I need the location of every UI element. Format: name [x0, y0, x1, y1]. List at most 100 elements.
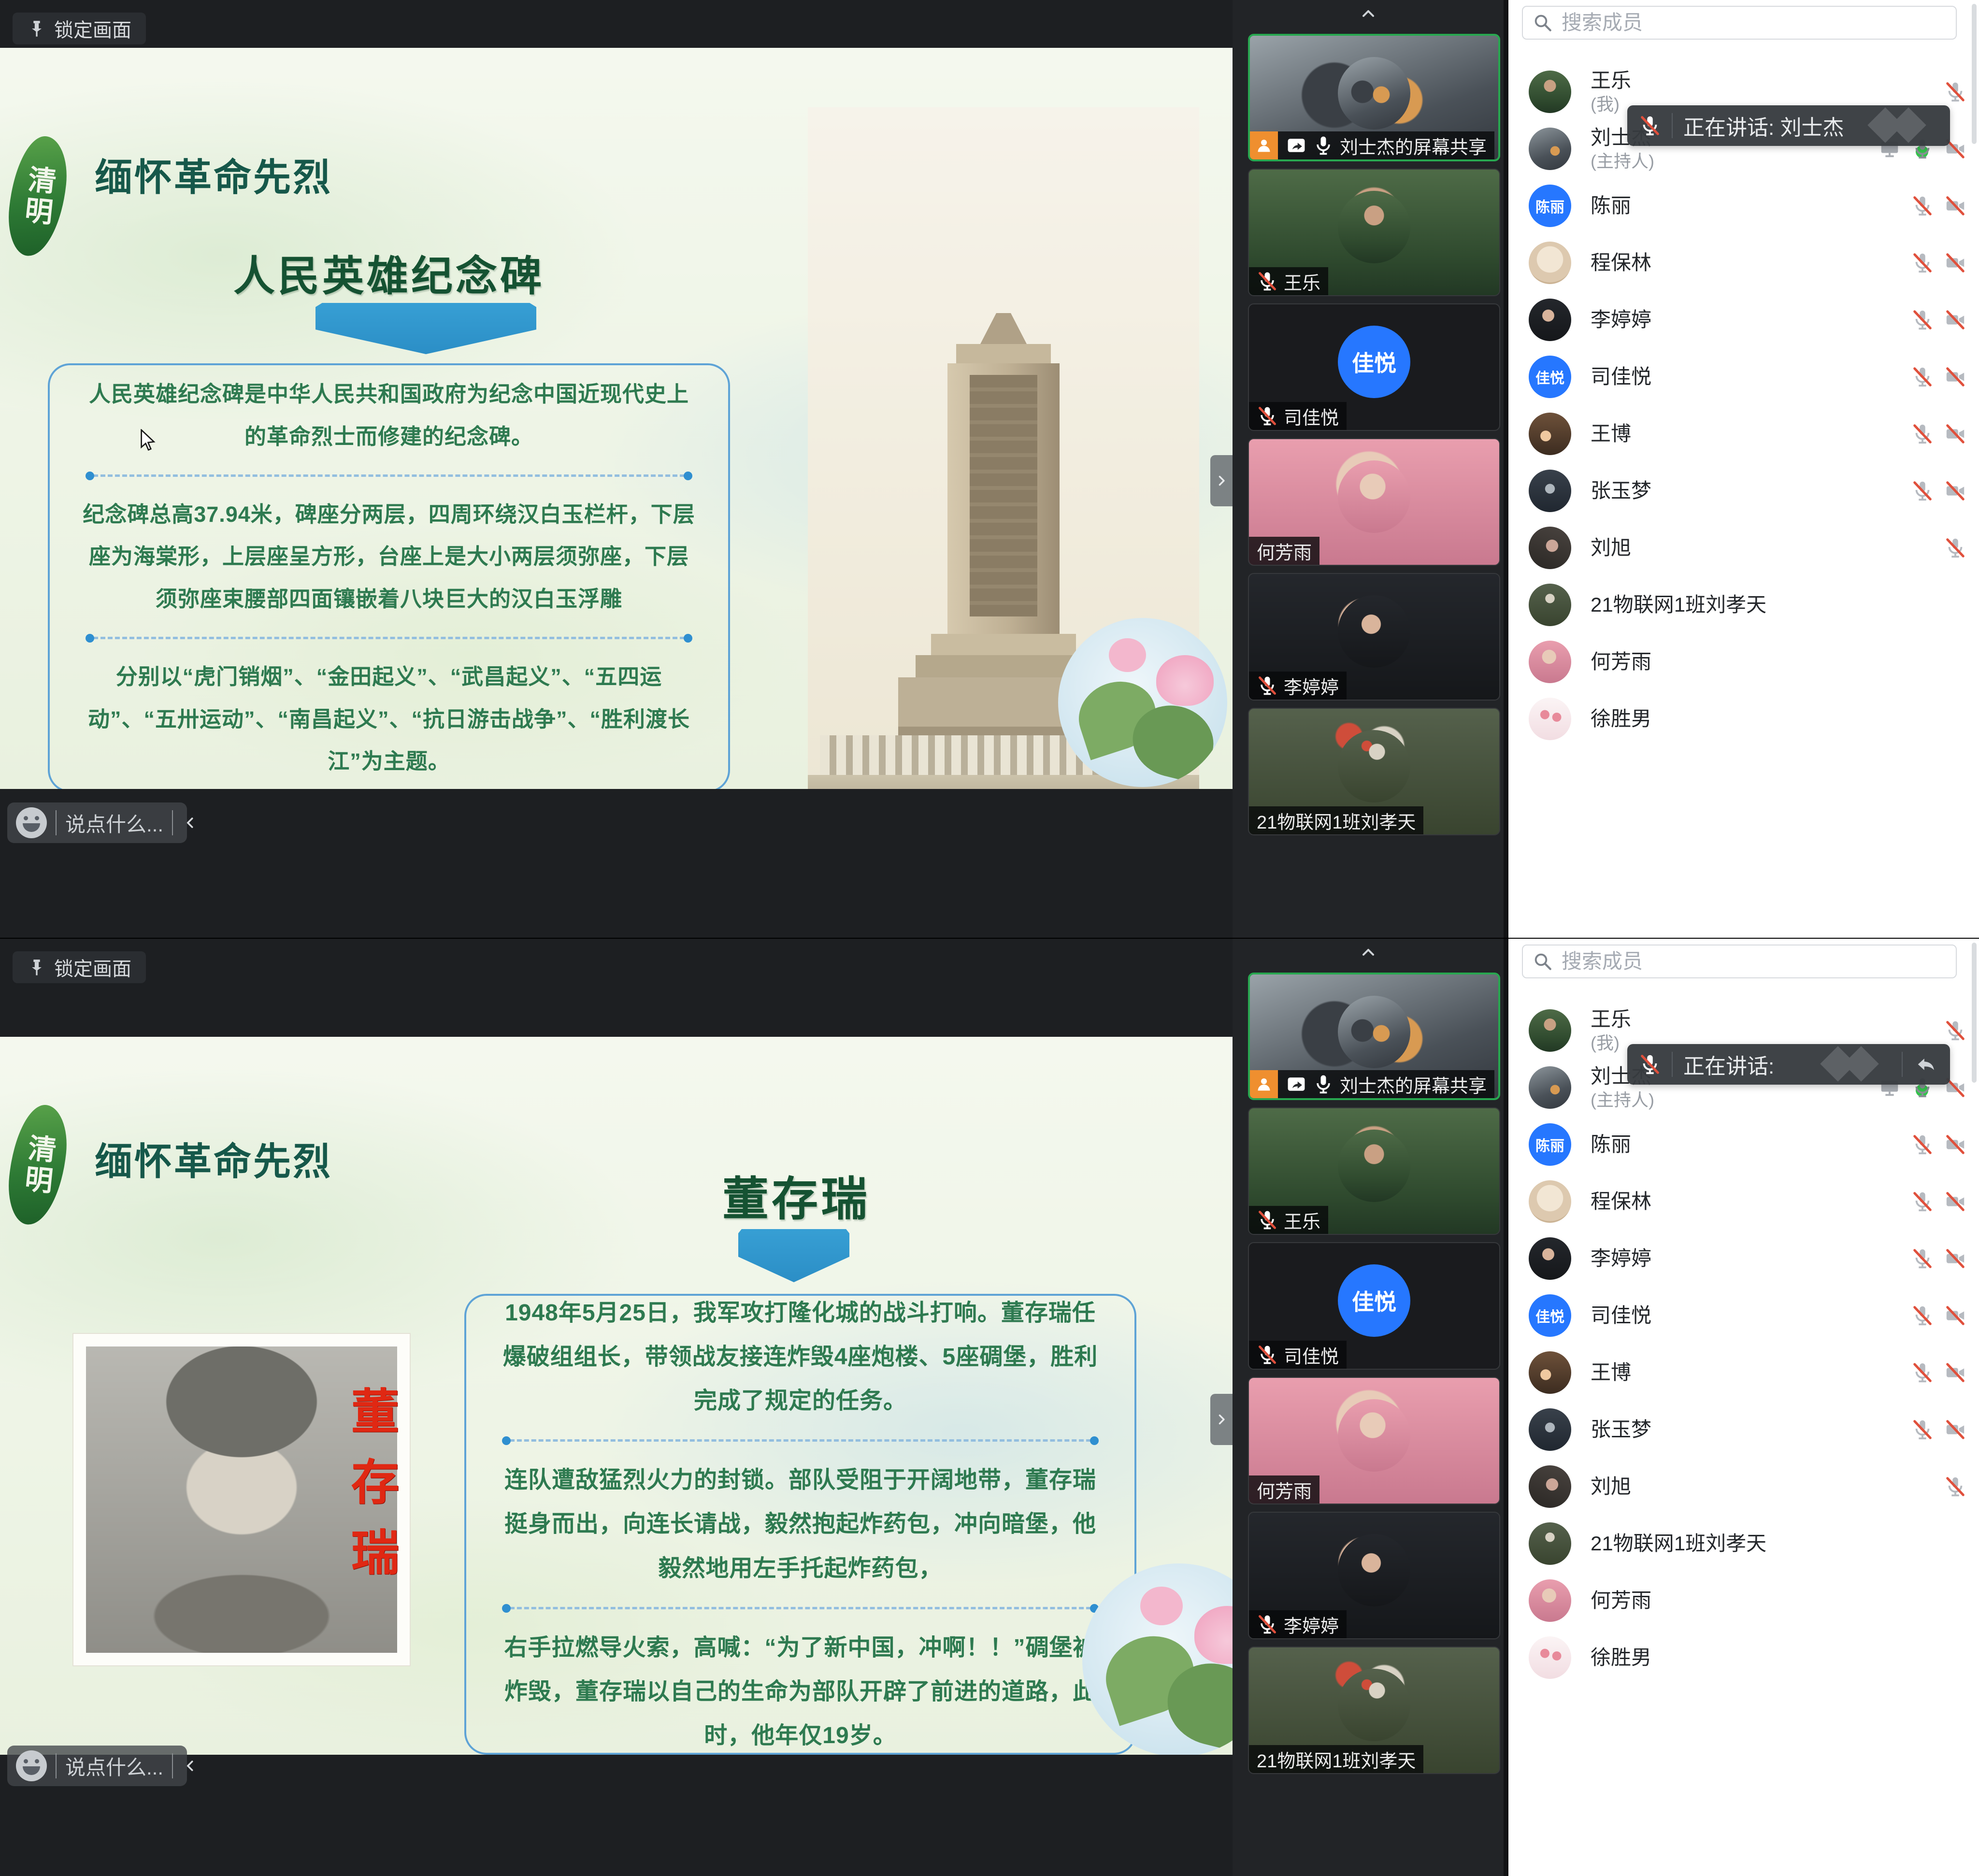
chevron-down-icon[interactable] [1364, 811, 1385, 832]
video-tile-name: 李婷婷 [1284, 673, 1339, 699]
avatar [1529, 1465, 1571, 1508]
camera-muted-icon [1944, 366, 1966, 388]
participant-row[interactable]: 李婷婷 [1508, 1230, 1979, 1287]
panel-scrollbar[interactable] [1972, 4, 1977, 144]
video-tile[interactable]: 佳悦司佳悦 [1248, 303, 1500, 431]
participant-row[interactable]: 刘旭 [1508, 519, 1979, 576]
slide-paragraph: 人民英雄纪念碑是中华人民共和国政府为纪念中国近现代史上的革命烈士而修建的纪念碑。 [81, 373, 697, 458]
watermark-logo [1866, 109, 1938, 143]
video-tile[interactable]: 李婷婷 [1248, 1512, 1500, 1639]
slide-dongcunrui: 清明 缅怀革命先烈 董存瑞 董存瑞 1948年5月25日，我军攻打隆化城的战斗打… [0, 1037, 1233, 1755]
reply-arrow-icon[interactable] [1913, 1052, 1938, 1077]
portrait-inscription: 董存瑞 [346, 1386, 394, 1598]
video-tile[interactable]: 刘士杰的屏幕共享 [1248, 34, 1500, 161]
video-tile-name: 刘士杰的屏幕共享 [1340, 1071, 1487, 1098]
participant-info: 21物联网1班刘孝天 [1591, 1532, 1766, 1556]
participant-status-icons [1911, 366, 1966, 388]
participant-row[interactable]: 21物联网1班刘孝天 [1508, 576, 1979, 633]
participant-row[interactable]: 佳悦司佳悦 [1508, 1287, 1979, 1344]
video-tile[interactable]: 21物联网1班刘孝天 [1248, 1647, 1500, 1774]
chat-input-pill[interactable]: 说点什么... [7, 802, 187, 843]
participant-row[interactable]: 何芳雨 [1508, 1572, 1979, 1629]
video-tile-label: 司佳悦 [1249, 1341, 1347, 1369]
participant-row[interactable]: 21物联网1班刘孝天 [1508, 1515, 1979, 1572]
avatar [1529, 584, 1571, 626]
participant-status-icons [1911, 1247, 1966, 1270]
dashed-divider [510, 1439, 1091, 1442]
lock-screen-button[interactable]: 锁定画面 [13, 951, 146, 983]
video-tile[interactable]: 王乐 [1248, 1107, 1500, 1235]
search-input[interactable] [1561, 949, 1946, 974]
video-tile[interactable]: 刘士杰的屏幕共享 [1248, 973, 1500, 1100]
slide-info-box: 1948年5月25日，我军攻打隆化城的战斗打响。董存瑞任爆破组组长，带领战友接连… [464, 1294, 1136, 1755]
video-tile[interactable]: 佳悦司佳悦 [1248, 1242, 1500, 1370]
participant-role: (主持人) [1591, 1089, 1654, 1111]
video-tile-labelbar: 李婷婷 [1249, 1610, 1347, 1638]
participant-row[interactable]: 刘旭 [1508, 1458, 1979, 1515]
participant-row[interactable]: 王博 [1508, 405, 1979, 462]
participant-row[interactable]: 程保林 [1508, 234, 1979, 291]
participant-row[interactable]: 程保林 [1508, 1173, 1979, 1230]
mic-muted-icon [1911, 366, 1934, 388]
screen-share-icon [1286, 1074, 1307, 1095]
search-member-box[interactable] [1522, 6, 1957, 40]
collapse-strip-button[interactable] [1334, 942, 1402, 963]
avatar [1529, 242, 1571, 284]
video-tile[interactable]: 李婷婷 [1248, 573, 1500, 701]
emoji-icon[interactable] [16, 1750, 47, 1781]
panel-scrollbar[interactable] [1972, 943, 1977, 1083]
participant-video-avatar [1338, 1399, 1410, 1472]
chevron-left-icon[interactable] [182, 1757, 199, 1775]
chevron-left-icon[interactable] [182, 814, 199, 831]
video-tile-labelbar: 李婷婷 [1249, 672, 1347, 700]
lock-screen-button[interactable]: 锁定画面 [13, 13, 146, 44]
participant-name: 张玉梦 [1591, 479, 1651, 503]
video-tile[interactable]: 何芳雨 [1248, 438, 1500, 566]
video-tile[interactable]: 王乐 [1248, 169, 1500, 296]
camera-muted-icon [1944, 480, 1966, 502]
search-input[interactable] [1561, 11, 1946, 35]
participant-row[interactable]: 李婷婷 [1508, 291, 1979, 348]
mic-muted-icon [1911, 1133, 1934, 1156]
participant-status-icons [1944, 81, 1966, 103]
participant-row[interactable]: 陈丽陈丽 [1508, 1116, 1979, 1173]
search-member-box[interactable] [1522, 945, 1957, 978]
chevron-up-icon [1359, 943, 1378, 962]
participant-role: (我) [1591, 93, 1631, 115]
participant-row[interactable]: 何芳雨 [1508, 633, 1979, 690]
participant-row[interactable]: 王博 [1508, 1344, 1979, 1401]
speaking-toast-text: 正在讲话: [1683, 1049, 1774, 1080]
participant-row[interactable]: 佳悦司佳悦 [1508, 348, 1979, 405]
participant-row[interactable]: 徐胜男 [1508, 690, 1979, 747]
video-tile[interactable]: 21物联网1班刘孝天 [1248, 708, 1500, 835]
emoji-icon[interactable] [16, 807, 47, 838]
participant-video-avatar: 佳悦 [1338, 326, 1410, 398]
video-tile-labelbar: 王乐 [1249, 1206, 1328, 1234]
chevron-down [1367, 812, 1500, 835]
participant-video-avatar [1338, 191, 1410, 263]
mic-muted-icon [1257, 675, 1278, 696]
camera-muted-icon [1944, 1304, 1966, 1327]
lock-screen-label: 锁定画面 [54, 953, 131, 981]
mic-muted-icon [1257, 1344, 1278, 1365]
participant-row[interactable]: 张玉梦 [1508, 462, 1979, 519]
chat-input-pill[interactable]: 说点什么... [7, 1746, 187, 1786]
co-share-badge-icon [1250, 131, 1278, 159]
participant-row[interactable]: 张玉梦 [1508, 1401, 1979, 1458]
mouse-cursor [140, 429, 158, 453]
participant-video-avatar: 佳悦 [1338, 1264, 1410, 1337]
chevron-down-icon[interactable] [1364, 1750, 1385, 1771]
participant-status-icons [1944, 1019, 1966, 1042]
collapse-strip-button[interactable] [1334, 3, 1402, 24]
video-tile-labelbar: 刘士杰的屏幕共享 [1250, 131, 1494, 159]
video-tile[interactable]: 何芳雨 [1248, 1377, 1500, 1504]
expand-strip-handle[interactable] [1210, 455, 1233, 506]
participant-row[interactable]: 陈丽陈丽 [1508, 177, 1979, 234]
mic-muted-icon [1911, 1418, 1934, 1441]
avatar [1529, 413, 1571, 455]
expand-strip-handle[interactable] [1210, 1394, 1233, 1445]
divider [56, 1753, 57, 1778]
participant-info: 李婷婷 [1591, 308, 1651, 332]
co-share-badge-icon [1250, 1070, 1278, 1098]
participant-row[interactable]: 徐胜男 [1508, 1629, 1979, 1686]
